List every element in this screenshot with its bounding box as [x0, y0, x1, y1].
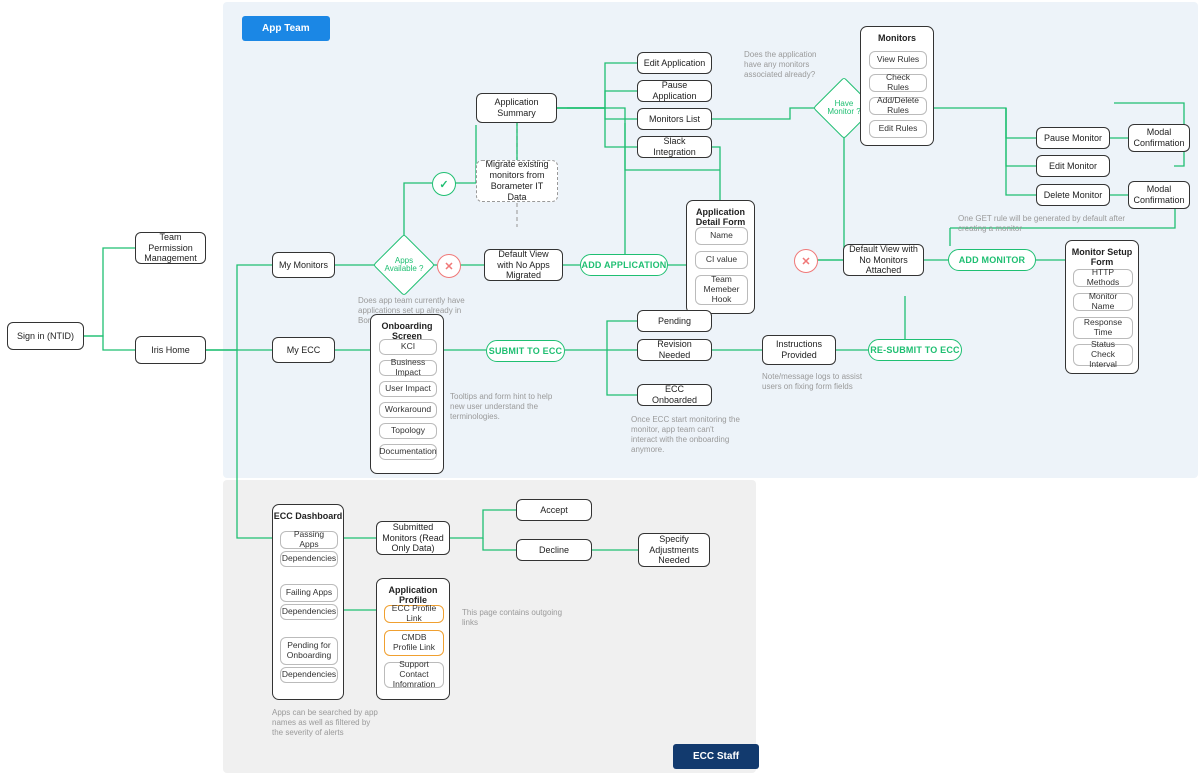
tag-ecc-staff: ECC Staff	[673, 744, 759, 769]
chip-http-methods: HTTP Methods	[1073, 269, 1133, 287]
node-app-summary: Application Summary	[476, 93, 557, 123]
chip-pending-deps: Dependencies	[280, 667, 338, 683]
chip-view-rules: View Rules	[869, 51, 927, 69]
node-default-no-apps: Default View with No Apps Migrated	[484, 249, 563, 281]
panel-ecc-dashboard: ECC Dashboard Passing Apps Dependencies …	[272, 504, 344, 700]
panel-onboarding: Onboarding Screen KCI Business Impact Us…	[370, 314, 444, 474]
panel-monitor-setup: Monitor Setup Form HTTP Methods Monitor …	[1065, 240, 1139, 374]
chip-workaround: Workaround	[379, 402, 437, 418]
node-instructions: Instructions Provided	[762, 335, 836, 365]
node-default-no-monitors: Default View with No Monitors Attached	[843, 244, 924, 276]
node-accept: Accept	[516, 499, 592, 521]
note-has-monitors: Does the application have any monitors a…	[744, 50, 828, 80]
note-outgoing: This page contains outgoing links	[462, 608, 572, 628]
chip-failing-deps: Dependencies	[280, 604, 338, 620]
mark-yes-migrate: ✓	[432, 172, 456, 196]
note-assist: Note/message logs to assist users on fix…	[762, 372, 872, 392]
chip-ci-value: CI value	[695, 251, 748, 269]
note-searched: Apps can be searched by app names as wel…	[272, 708, 382, 738]
flow-canvas: App Team ECC Staff	[0, 0, 1200, 775]
mark-no-monitor: ✕	[794, 249, 818, 273]
chip-add-delete-rules: Add/Delete Rules	[869, 97, 927, 115]
action-submit-ecc[interactable]: SUBMIT TO ECC	[486, 340, 565, 362]
chip-status-interval: Status Check Interval	[1073, 344, 1133, 366]
node-my-ecc: My ECC	[272, 337, 335, 363]
node-modal-conf-2: Modal Confirmation	[1128, 181, 1190, 209]
chip-topology: Topology	[379, 423, 437, 439]
chip-cmdb-profile-link[interactable]: CMDB Profile Link	[384, 630, 444, 656]
node-team-permission: Team Permission Management	[135, 232, 206, 264]
node-monitors-list: Monitors List	[637, 108, 712, 130]
chip-biz-impact: Business Impact	[379, 360, 437, 376]
action-resubmit-ecc[interactable]: RE-SUBMIT TO ECC	[868, 339, 962, 361]
action-add-monitor[interactable]: ADD MONITOR	[948, 249, 1036, 271]
chip-passing-apps: Passing Apps	[280, 531, 338, 549]
chip-passing-deps: Dependencies	[280, 551, 338, 567]
node-sign-in: Sign in (NTID)	[7, 322, 84, 350]
panel-monitors: Monitors View Rules Check Rules Add/Dele…	[860, 26, 934, 146]
chip-pending-onboarding: Pending for Onboarding	[280, 637, 338, 665]
chip-team-hook: Team Memeber Hook	[695, 275, 748, 305]
node-edit-application: Edit Application	[637, 52, 712, 74]
note-default-rule: One GET rule will be generated by defaul…	[958, 214, 1148, 234]
node-submitted-monitors: Submitted Monitors (Read Only Data)	[376, 521, 450, 555]
node-decline: Decline	[516, 539, 592, 561]
note-tooltips: Tooltips and form hint to help new user …	[450, 392, 560, 422]
node-revision-needed: Revision Needed	[637, 339, 712, 361]
chip-user-impact: User Impact	[379, 381, 437, 397]
panel-app-detail: Application Detail Form Name CI value Te…	[686, 200, 755, 314]
panel-app-profile: Application Profile ECC Profile Link CMD…	[376, 578, 450, 700]
chip-failing-apps: Failing Apps	[280, 584, 338, 602]
node-pause-monitor: Pause Monitor	[1036, 127, 1110, 149]
chip-check-rules: Check Rules	[869, 74, 927, 92]
tag-app-team: App Team	[242, 16, 330, 41]
node-my-monitors: My Monitors	[272, 252, 335, 278]
node-adjustments: Specify Adjustments Needed	[638, 533, 710, 567]
node-pause-application: Pause Application	[637, 80, 712, 102]
node-modal-conf-1: Modal Confirmation	[1128, 124, 1190, 152]
chip-response-time: Response Time	[1073, 317, 1133, 339]
node-ecc-onboarded: ECC Onboarded	[637, 384, 712, 406]
note-ecc-locked: Once ECC start monitoring the monitor, a…	[631, 415, 741, 455]
node-edit-monitor: Edit Monitor	[1036, 155, 1110, 177]
action-add-application[interactable]: ADD APPLICATION	[580, 254, 668, 276]
chip-documentation: Documentation	[379, 444, 437, 460]
node-delete-monitor: Delete Monitor	[1036, 184, 1110, 206]
chip-ecc-profile-link[interactable]: ECC Profile Link	[384, 605, 444, 623]
chip-app-name: Name	[695, 227, 748, 245]
mark-no-apps: ✕	[437, 254, 461, 278]
chip-monitor-name: Monitor Name	[1073, 293, 1133, 311]
node-iris-home: Iris Home	[135, 336, 206, 364]
chip-edit-rules: Edit Rules	[869, 120, 927, 138]
node-pending: Pending	[637, 310, 712, 332]
chip-support-contact: Support Contact Infomration	[384, 662, 444, 688]
node-migrate: Migrate existing monitors from Borameter…	[476, 160, 558, 202]
decision-apps-available: Apps Available ?	[382, 243, 426, 287]
chip-kci: KCI	[379, 339, 437, 355]
node-slack-integration: Slack Integration	[637, 136, 712, 158]
